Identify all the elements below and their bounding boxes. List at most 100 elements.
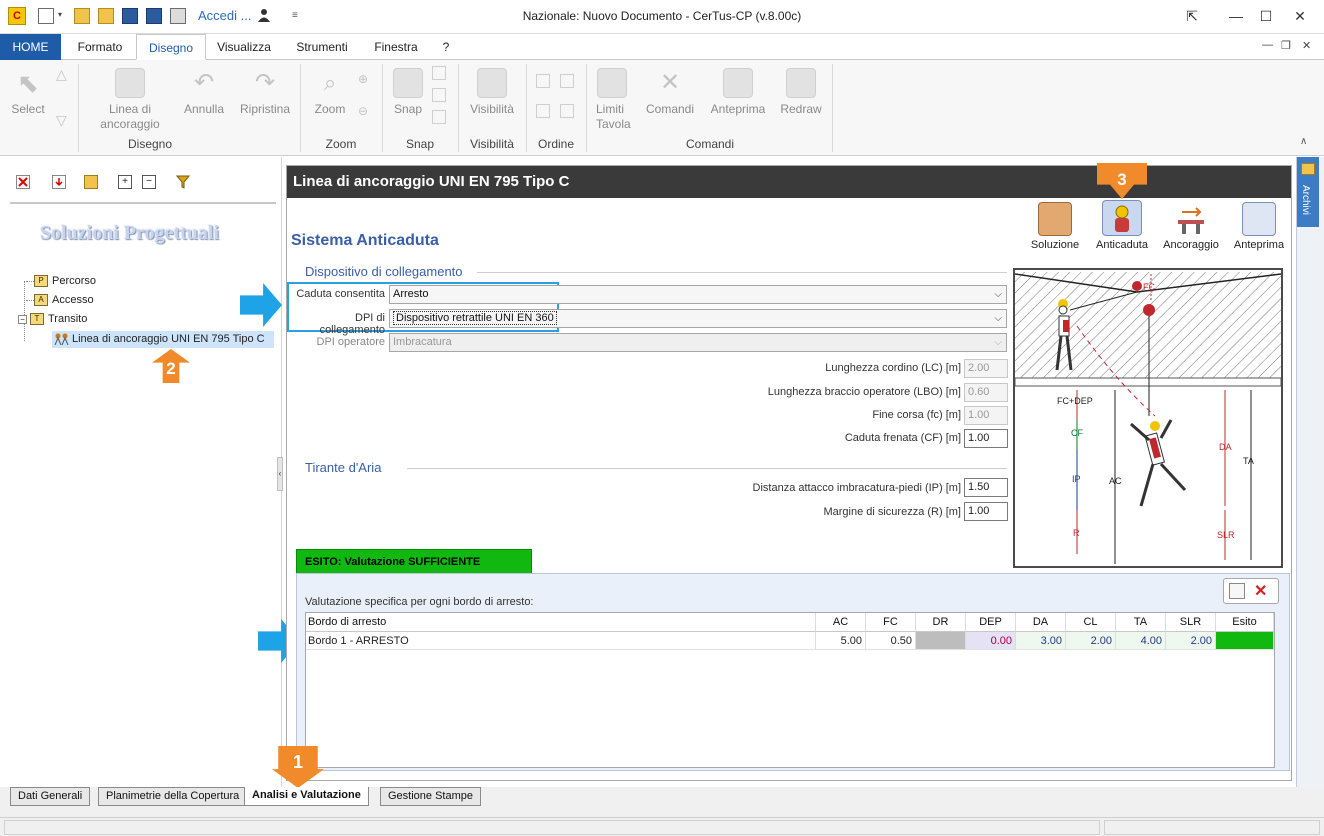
ip-label: Distanza attacco imbracatura-piedi (IP) … (752, 482, 961, 494)
label-da: DA (1219, 442, 1232, 452)
cell-fc[interactable]: 0.50 (866, 632, 916, 650)
ripristina-button[interactable]: ↷ Ripristina (236, 68, 294, 117)
tab-formato[interactable]: Formato (68, 34, 132, 60)
expand-all-icon[interactable]: + (118, 175, 132, 189)
r-input[interactable]: 1.00 (964, 502, 1008, 521)
col-fc: FC (866, 613, 916, 632)
panel-splitter-handle[interactable]: ‹ (277, 457, 283, 491)
collapse-all-icon[interactable]: − (142, 175, 156, 189)
tab-dati-generali[interactable]: Dati Generali (10, 787, 91, 806)
scroll-up-icon[interactable]: △ (56, 66, 67, 83)
retractable-device-icon (1143, 304, 1155, 316)
restore-panel-icon[interactable]: ⇱ (1182, 6, 1202, 26)
import-icon[interactable] (52, 175, 66, 189)
tab-visualizza[interactable]: Visualizza (212, 34, 276, 60)
cell-ac[interactable]: 5.00 (816, 632, 866, 650)
close-button[interactable]: ✕ (1290, 6, 1310, 26)
anticaduta-label: Anticaduta (1096, 239, 1148, 251)
ip-input[interactable]: 1.50 (964, 478, 1008, 497)
tab-strumenti[interactable]: Strumenti (288, 34, 356, 60)
label-r: R (1073, 528, 1080, 538)
snap-icon (393, 68, 423, 98)
zoom-icon: ⌕ (323, 70, 337, 95)
tree-item-linea-ancoraggio[interactable]: Linea di ancoraggio UNI EN 795 Tipo C (52, 331, 274, 348)
linea-ancoraggio-button[interactable]: Linea di ancoraggio (88, 68, 172, 132)
select-label: Select (11, 102, 45, 116)
cell-dep[interactable]: 0.00 (966, 632, 1016, 650)
dpi-op-select[interactable]: Imbracatura ⌵ (389, 333, 1007, 352)
tab-analisi[interactable]: Analisi e Valutazione (244, 787, 369, 806)
order-back-icon[interactable] (560, 74, 574, 88)
tree-item-percorso[interactable]: P Percorso (26, 275, 96, 288)
ancoraggio-button[interactable]: Ancoraggio (1159, 202, 1223, 251)
tab-finestra[interactable]: Finestra (368, 34, 424, 60)
minimize-button[interactable]: — (1226, 6, 1246, 26)
cell-esito[interactable] (1216, 632, 1274, 650)
archivi-tab[interactable]: Archivi (1297, 157, 1319, 227)
archive-icon (1301, 163, 1315, 175)
dpi-op-value: Imbracatura (393, 336, 452, 348)
mdi-minimize-icon[interactable]: — (1262, 39, 1273, 51)
anteprima-ribbon-button[interactable]: Anteprima (704, 68, 772, 117)
field-cf-input[interactable]: 1.00 (964, 429, 1008, 448)
cell-dr[interactable] (916, 632, 966, 650)
cell-da[interactable]: 3.00 (1016, 632, 1066, 650)
ribbon: ⬉ Select △ ▽ Linea di ancoraggio ↶ Annul… (0, 60, 1324, 156)
tree-item-transito[interactable]: − T Transito (18, 313, 88, 326)
cell-ta[interactable]: 4.00 (1116, 632, 1166, 650)
cell-cl[interactable]: 2.00 (1066, 632, 1116, 650)
order-backward-icon[interactable] (560, 104, 574, 118)
mdi-restore-icon[interactable]: ❐ (1281, 39, 1291, 52)
field-lbo-input[interactable]: 0.60 (964, 383, 1008, 402)
order-front-icon[interactable] (536, 74, 550, 88)
soluzione-button[interactable]: Soluzione (1027, 202, 1083, 251)
visibilita-button[interactable]: Visibilità (464, 68, 520, 117)
cell-slr[interactable]: 2.00 (1166, 632, 1216, 650)
comandi-label: Comandi (645, 102, 695, 116)
tree-item-accesso[interactable]: A Accesso (26, 294, 94, 307)
field-lc-input[interactable]: 2.00 (964, 359, 1008, 378)
caduta-select[interactable]: Arresto ⌵ (389, 285, 1007, 304)
limiti-tavola-button[interactable]: Limiti Tavola (590, 68, 634, 132)
zoom-button[interactable]: ⌕ Zoom (308, 68, 352, 117)
anticaduta-button[interactable]: Anticaduta (1093, 198, 1151, 251)
zoom-in-icon[interactable]: ⊕ (358, 72, 368, 86)
order-forward-icon[interactable] (536, 104, 550, 118)
esito-tab[interactable]: ESITO: Valutazione SUFFICIENTE (296, 549, 532, 573)
cell-bordo[interactable]: Bordo 1 - ARRESTO (306, 632, 816, 650)
tab-help[interactable]: ? (436, 34, 456, 60)
scroll-down-icon[interactable]: ▽ (56, 112, 67, 129)
linea-ancoraggio-label: Linea di ancoraggio (100, 102, 160, 131)
snap-option-2-icon[interactable] (432, 88, 446, 102)
tree-label: Transito (48, 313, 88, 325)
delete-x-icon[interactable]: ✕ (1254, 581, 1267, 601)
maximize-button[interactable]: ☐ (1256, 6, 1276, 26)
select-button[interactable]: ⬉ Select (6, 68, 50, 117)
tab-gestione-stampe[interactable]: Gestione Stampe (380, 787, 481, 806)
delete-icon[interactable] (16, 175, 30, 189)
comandi-button[interactable]: ✕ Comandi (640, 68, 700, 117)
field-fc-input[interactable]: 1.00 (964, 406, 1008, 425)
dpi-coll-select[interactable]: Dispositivo retrattile UNI EN 360 ⌵ (389, 309, 1007, 328)
tab-disegno[interactable]: Disegno (136, 34, 206, 60)
redraw-button[interactable]: Redraw (776, 68, 826, 117)
label-slr: SLR (1217, 530, 1235, 540)
anteprima-button[interactable]: Anteprima (1231, 202, 1287, 251)
copy-icon[interactable] (84, 175, 98, 189)
collapse-toggle-icon[interactable]: − (18, 314, 27, 324)
collapse-ribbon-icon[interactable]: ∧ (1300, 136, 1307, 147)
status-pane (4, 820, 1100, 835)
tab-planimetrie[interactable]: Planimetrie della Copertura (98, 787, 248, 806)
snap-option-3-icon[interactable] (432, 110, 446, 124)
filter-icon[interactable] (175, 175, 191, 189)
anchor-line-icon (115, 68, 145, 98)
tab-home[interactable]: HOME (0, 34, 61, 60)
annulla-button[interactable]: ↶ Annulla (178, 68, 230, 117)
zoom-out-icon[interactable]: ⊖ (358, 104, 368, 118)
edit-sheet-icon[interactable] (1229, 583, 1245, 599)
group-visibilita-label: Visibilità (470, 137, 514, 151)
snap-button[interactable]: Snap (388, 68, 428, 117)
zoom-label: Zoom (314, 102, 346, 116)
snap-option-1-icon[interactable] (432, 66, 446, 80)
mdi-close-icon[interactable]: ✕ (1302, 39, 1311, 52)
